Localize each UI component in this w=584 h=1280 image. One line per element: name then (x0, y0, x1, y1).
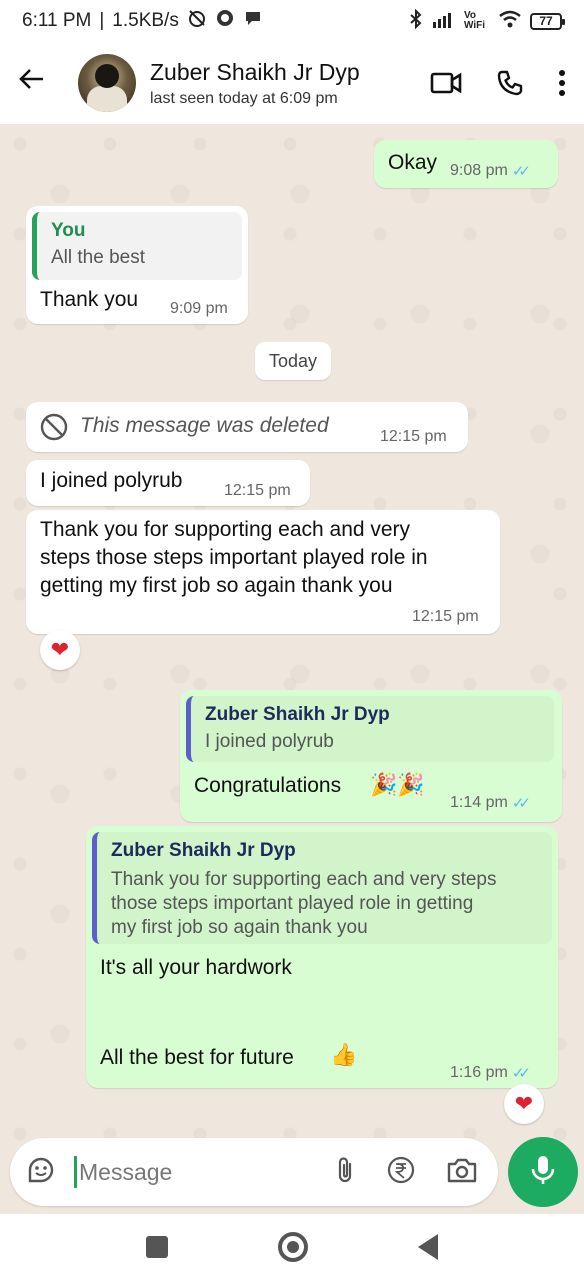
reaction-emoji: ❤ (514, 1091, 534, 1116)
quoted-line: Thank you for supporting each and very s… (111, 869, 497, 890)
quoted-author: Zuber Shaikh Jr Dyp (111, 840, 296, 861)
more-vert-icon[interactable] (558, 69, 566, 97)
last-seen: last seen today at 6:09 pm (150, 89, 338, 107)
text-cursor (74, 1156, 77, 1188)
deleted-text: This message was deleted (80, 414, 329, 437)
sticker-icon[interactable] (26, 1155, 56, 1190)
outgoing-message[interactable]: Zuber Shaikh Jr Dyp I joined polyrub Con… (180, 690, 562, 822)
video-call-icon[interactable] (430, 70, 462, 96)
time-text: 12:15 pm (380, 428, 447, 445)
quoted-line: those steps important played role in get… (111, 893, 474, 914)
quoted-message[interactable]: Zuber Shaikh Jr Dyp I joined polyrub (186, 696, 554, 762)
message-text-2: All the best for future (100, 1046, 294, 1069)
chat-notification-icon (243, 8, 263, 34)
message-time: 12:15 pm (224, 482, 291, 500)
thumbs-up-emoji: 👍 (330, 1042, 358, 1067)
recents-button[interactable] (146, 1236, 168, 1258)
heart-reaction-icon[interactable]: ❤ (40, 630, 80, 670)
quoted-message[interactable]: Zuber Shaikh Jr Dyp Thank you for suppor… (92, 832, 552, 944)
message-text-block: Thank you for supporting each and very s… (40, 516, 428, 600)
deleted-message[interactable]: This message was deleted 12:15 pm (26, 402, 468, 452)
back-button[interactable] (418, 1234, 438, 1260)
incoming-message[interactable]: Thank you for supporting each and very s… (26, 510, 500, 634)
message-time: 12:15 pm (380, 428, 447, 446)
deleted-block-icon (40, 413, 68, 446)
quoted-author: Zuber Shaikh Jr Dyp (205, 704, 390, 725)
time-text: 12:15 pm (412, 608, 479, 625)
message-input[interactable]: Message (79, 1159, 334, 1186)
voice-call-icon[interactable] (496, 69, 524, 97)
read-receipt-icon: ✓✓ (511, 795, 531, 812)
whatsapp-notification-icon (215, 8, 235, 34)
outgoing-message[interactable]: Zuber Shaikh Jr Dyp Thank you for suppor… (86, 826, 558, 1088)
time-text: 12:15 pm (224, 482, 291, 499)
status-bar: 6:11 PM | 1.5KB/s Vo WiFi 77 (0, 0, 584, 42)
battery-level: 77 (539, 14, 553, 28)
rupee-payment-icon[interactable] (386, 1155, 416, 1190)
party-popper-emoji: 🎉🎉 (370, 772, 425, 797)
message-time: 9:08 pm ✓✓ (450, 162, 531, 180)
read-receipt-icon: ✓✓ (511, 1065, 531, 1082)
message-time: 1:16 pm ✓✓ (450, 1064, 531, 1082)
message-text: Congratulations (194, 774, 342, 797)
quoted-message[interactable]: You All the best (32, 212, 242, 280)
message-composer[interactable]: Message (10, 1138, 498, 1206)
voice-record-button[interactable] (508, 1137, 578, 1207)
message-time: 12:15 pm (412, 608, 479, 626)
message-text: It's all your hardwork (100, 956, 292, 979)
message-line: getting my first job so again thank you (40, 574, 393, 597)
bluetooth-icon (408, 8, 424, 33)
status-time: 6:11 PM (22, 10, 92, 31)
message-line: steps those steps important played role … (40, 546, 428, 569)
mute-alarm-icon (187, 8, 207, 34)
back-arrow-icon[interactable] (18, 65, 60, 101)
incoming-message[interactable]: I joined polyrub 12:15 pm (26, 460, 310, 506)
time-text: 9:09 pm (170, 300, 228, 317)
time-text: 1:14 pm (450, 794, 508, 811)
status-right: Vo WiFi 77 (408, 8, 565, 33)
battery-icon: 77 (530, 12, 565, 30)
contact-name: Zuber Shaikh Jr Dyp (150, 58, 360, 85)
network-speed: 1.5KB/s (112, 10, 179, 31)
quoted-text: All the best (51, 247, 145, 268)
reaction-emoji: ❤ (50, 637, 70, 662)
contact-info[interactable]: Zuber Shaikh Jr Dyp last seen today at 6… (150, 59, 360, 108)
incoming-message[interactable]: You All the best Thank you 9:09 pm (26, 206, 248, 324)
time-text: 9:08 pm (450, 162, 508, 179)
heart-reaction-icon[interactable]: ❤ (504, 1084, 544, 1124)
message-time: 1:14 pm ✓✓ (450, 794, 531, 812)
message-text: Okay (388, 151, 438, 174)
chat-header: Zuber Shaikh Jr Dyp last seen today at 6… (0, 42, 584, 124)
chat-area[interactable]: Okay 9:08 pm ✓✓ You All the best Thank y… (0, 124, 584, 1214)
header-actions (430, 69, 566, 97)
cell-signal-icon (432, 10, 456, 32)
system-nav-bar (0, 1214, 584, 1280)
contact-avatar[interactable] (78, 54, 136, 112)
outgoing-message[interactable]: Okay 9:08 pm ✓✓ (374, 140, 558, 188)
message-text: Thank you (40, 288, 139, 311)
quoted-line: my first job so again thank you (111, 917, 368, 938)
attach-icon[interactable] (334, 1155, 356, 1190)
date-divider: Today (255, 342, 331, 380)
message-text: I joined polyrub (40, 469, 183, 492)
quoted-text: I joined polyrub (205, 731, 334, 752)
mic-icon (530, 1154, 556, 1191)
volte-label: Vo WiFi (464, 10, 486, 31)
composer-actions (334, 1155, 482, 1190)
quoted-author: You (51, 220, 86, 241)
camera-icon[interactable] (446, 1156, 478, 1189)
home-button[interactable] (278, 1232, 308, 1262)
message-line: Thank you for supporting each and very (40, 518, 411, 541)
time-text: 1:16 pm (450, 1064, 508, 1081)
message-time: 9:09 pm (170, 300, 228, 318)
read-receipt-icon: ✓✓ (511, 163, 531, 180)
status-left: 6:11 PM | 1.5KB/s (22, 8, 263, 34)
wifi-icon (498, 10, 522, 32)
status-separator: | (99, 10, 105, 31)
